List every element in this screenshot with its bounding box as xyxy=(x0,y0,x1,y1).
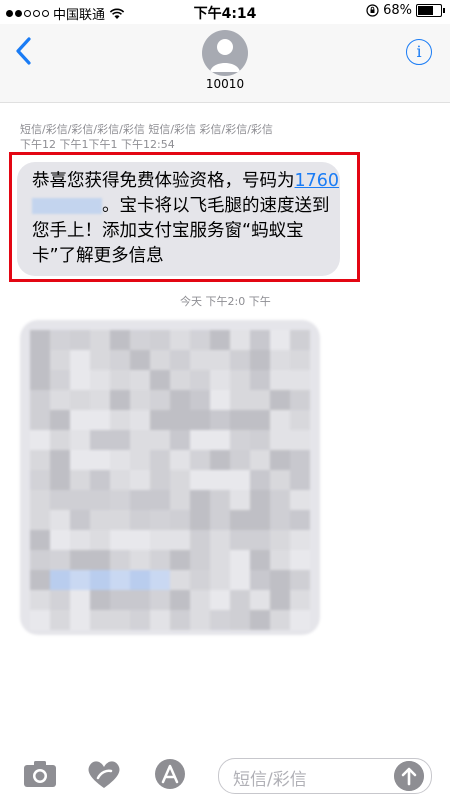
highlight-box xyxy=(9,152,360,282)
redacted-message-bubble[interactable] xyxy=(20,320,320,635)
battery-icon xyxy=(416,4,445,17)
status-right: 68% xyxy=(366,3,445,18)
status-bar: 中国联通 下午4:14 68% xyxy=(0,0,450,24)
contact-avatar[interactable] xyxy=(202,30,248,76)
history-type-line: 短信/彩信/彩信/彩信/彩信 短信/彩信 彩信/彩信/彩信 xyxy=(20,123,273,136)
history-time-line: 下午12 下午1下午1 下午12:54 xyxy=(20,138,175,151)
conversation-header: 10010 i xyxy=(0,24,450,103)
send-arrow-icon[interactable] xyxy=(394,761,424,791)
message-timestamp: 今天 下午2:0 下午 xyxy=(180,295,271,308)
contact-number[interactable]: 10010 xyxy=(0,77,450,91)
message-input-placeholder: 短信/彩信 xyxy=(233,770,307,790)
back-chevron-icon[interactable] xyxy=(12,36,36,66)
input-toolbar: 短信/彩信 xyxy=(0,748,450,800)
battery-percent: 68% xyxy=(383,3,412,18)
camera-icon[interactable] xyxy=(20,756,60,792)
info-icon[interactable]: i xyxy=(406,39,432,65)
orientation-lock-icon xyxy=(366,4,379,17)
digital-touch-icon[interactable] xyxy=(84,756,124,792)
app-store-icon[interactable] xyxy=(150,756,190,792)
person-icon xyxy=(210,39,240,72)
